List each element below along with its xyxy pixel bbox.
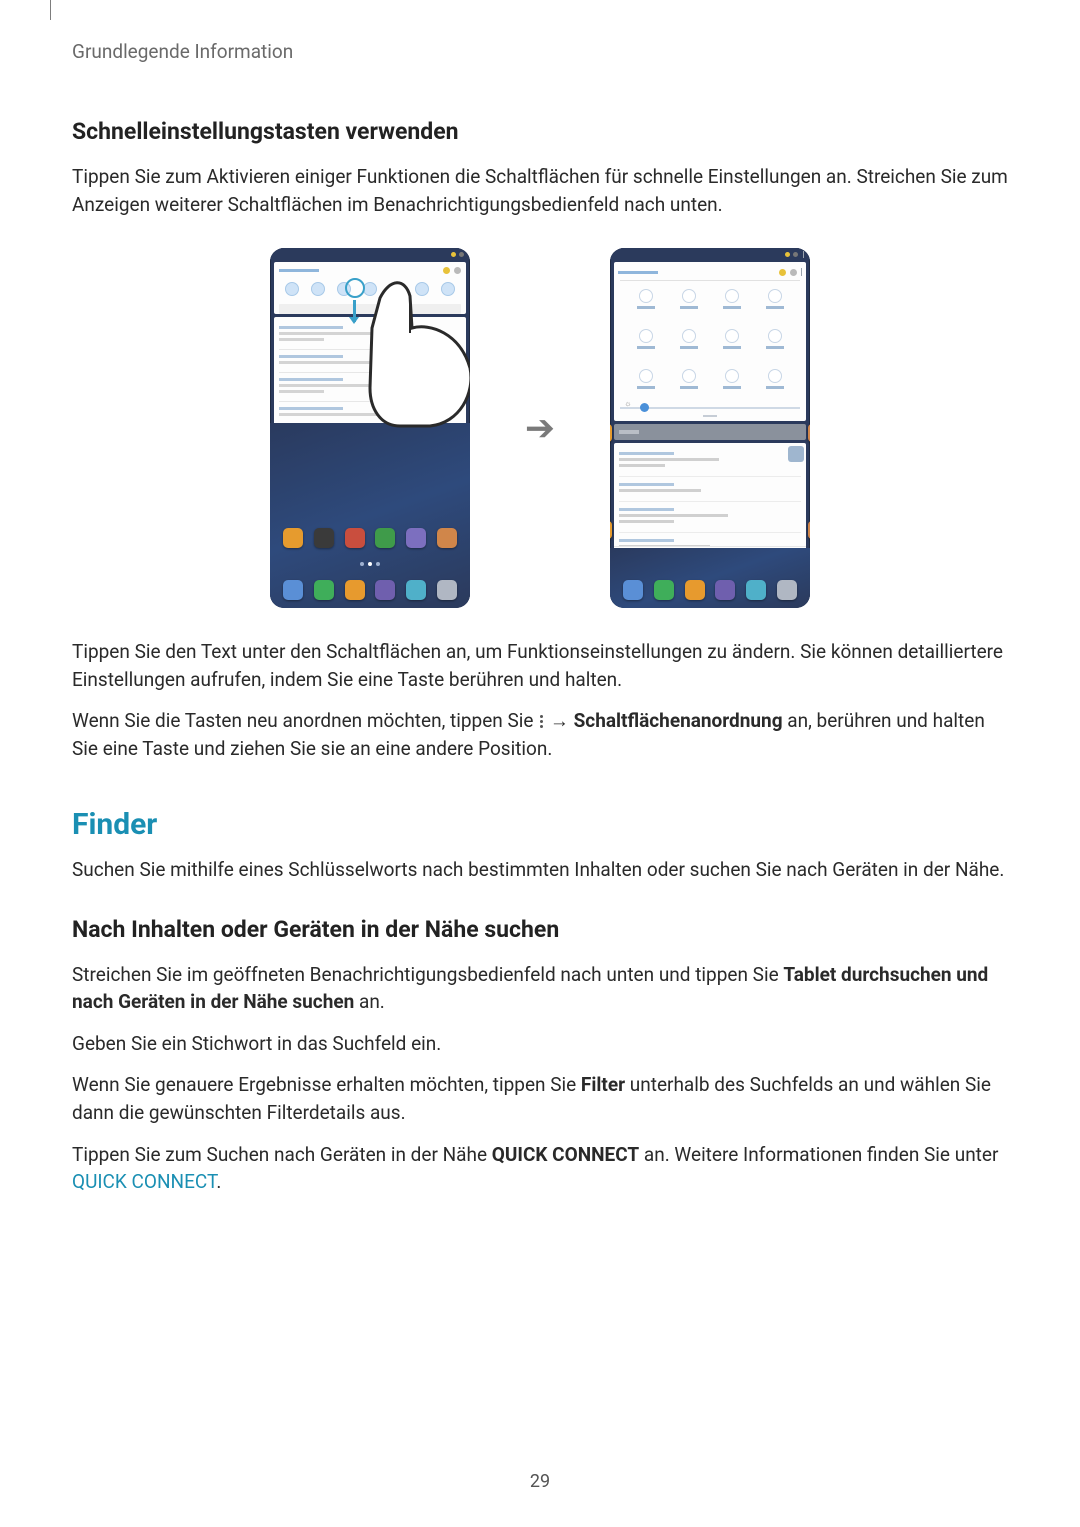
text-bold: Filter — [581, 1073, 625, 1096]
text-fragment: . — [216, 1170, 221, 1193]
link-quick-connect[interactable]: QUICK CONNECT — [72, 1170, 216, 1193]
illustration-phone-before — [270, 248, 470, 608]
paragraph: Wenn Sie die Tasten neu anordnen möchten… — [72, 707, 1008, 762]
paragraph: Tippen Sie zum Aktivieren einiger Funkti… — [72, 163, 1008, 218]
paragraph: Wenn Sie genauere Ergebnisse erhalten mö… — [72, 1071, 1008, 1126]
paragraph: Tippen Sie den Text unter den Schaltfläc… — [72, 638, 1008, 693]
heading-quick-settings: Schnelleinstellungstasten verwenden — [72, 118, 1008, 145]
paragraph: Tippen Sie zum Suchen nach Geräten in de… — [72, 1141, 1008, 1196]
text-bold: Schaltflächenanordnung — [574, 709, 783, 732]
heading-finder: Finder — [72, 807, 1008, 842]
text-fragment: Tippen Sie zum Suchen nach Geräten in de… — [72, 1143, 492, 1166]
swipe-down-indicator — [345, 278, 365, 328]
more-options-icon — [540, 715, 543, 728]
text-fragment: an. Weitere Informationen finden Sie unt… — [639, 1143, 998, 1166]
running-header: Grundlegende Information — [72, 40, 1008, 63]
heading-search-nearby: Nach Inhalten oder Geräten in der Nähe s… — [72, 916, 1008, 943]
paragraph: Suchen Sie mithilfe eines Schlüsselworts… — [72, 856, 1008, 884]
paragraph: Geben Sie ein Stichwort in das Suchfeld … — [72, 1030, 1008, 1058]
arrow-right-icon: ➔ — [525, 407, 555, 449]
paragraph: Streichen Sie im geöffneten Benachrichti… — [72, 961, 1008, 1016]
figure-quick-settings-swipe: ➔ — [72, 248, 1008, 608]
page-number: 29 — [0, 1471, 1080, 1492]
text-fragment: an. — [354, 990, 385, 1013]
text-fragment: Wenn Sie genauere Ergebnisse erhalten mö… — [72, 1073, 581, 1096]
text-fragment: → — [545, 709, 573, 732]
illustration-phone-after — [610, 248, 810, 608]
text-fragment: Wenn Sie die Tasten neu anordnen möchten… — [72, 709, 538, 732]
text-fragment: Streichen Sie im geöffneten Benachrichti… — [72, 963, 783, 986]
text-bold: QUICK CONNECT — [492, 1143, 639, 1166]
